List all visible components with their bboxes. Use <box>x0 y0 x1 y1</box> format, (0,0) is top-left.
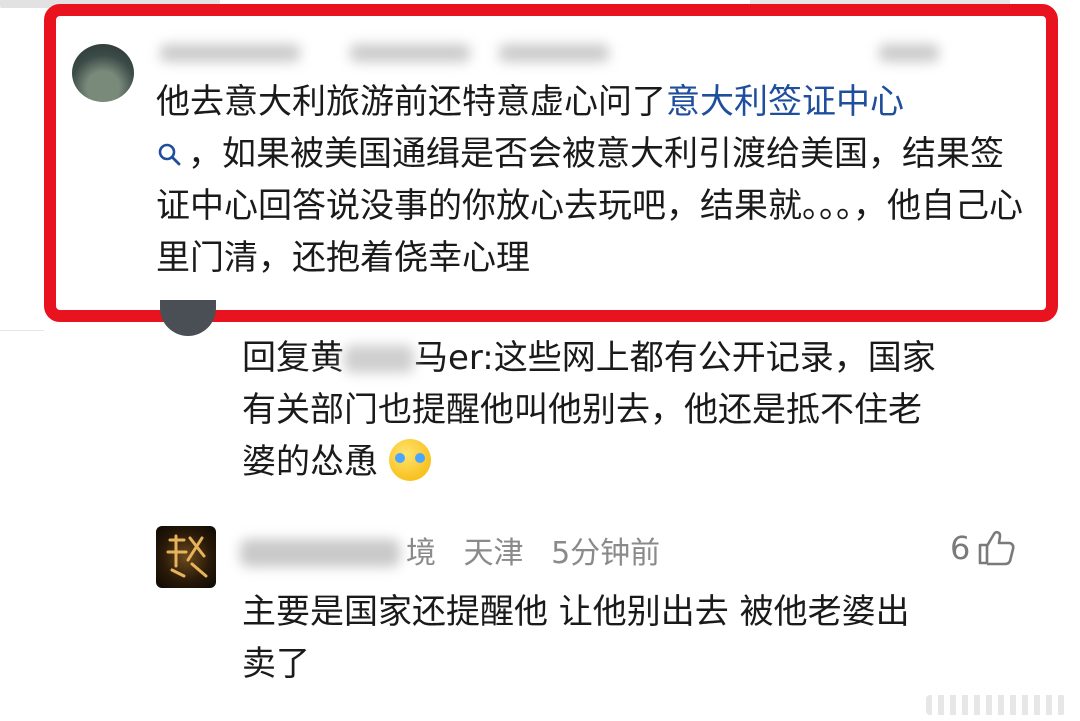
divider <box>0 330 44 331</box>
reply-text-line: 婆的怂恿 <box>242 442 378 482</box>
avatar[interactable] <box>156 526 216 588</box>
crying-laughing-emoji-icon <box>388 439 431 481</box>
like-button[interactable]: 6 <box>950 528 1016 568</box>
avatar[interactable] <box>160 300 216 336</box>
reply-target-username[interactable]: 黄马er: <box>310 338 494 378</box>
comment-text-line: 主要是国家还提醒他 让他别出去 被他老婆出 <box>242 592 910 632</box>
like-count: 6 <box>950 529 971 567</box>
reply-body: 回复黄 马er:这些网上都有公开记录，国家 有关部门也提醒他叫他别去，他还是抵不住… <box>242 332 1052 488</box>
watermark <box>926 695 1066 715</box>
location-label: 天津 <box>463 536 524 571</box>
timestamp: 5分钟前 <box>551 536 661 571</box>
comment-text-line: 卖了 <box>242 644 310 684</box>
reply-text-line: 有关部门也提醒他叫他别去，他还是抵不住老 <box>242 390 922 430</box>
comment-body: 主要是国家还提醒他 让他别出去 被他老婆出 卖了 <box>242 586 1062 690</box>
comment-meta: 境 天津 5分钟前 <box>240 528 660 572</box>
blurred-username <box>344 345 414 373</box>
reply-prefix: 回复 <box>242 338 310 378</box>
reply-text-line: 这些网上都有公开记录，国家 <box>493 338 936 378</box>
thumb-up-icon <box>979 530 1015 566</box>
username-visible-part[interactable]: 境 <box>406 536 436 571</box>
blurred-username <box>240 539 400 567</box>
highlight-annotation-box <box>44 4 1058 322</box>
avatar-glyph-icon <box>166 534 208 578</box>
